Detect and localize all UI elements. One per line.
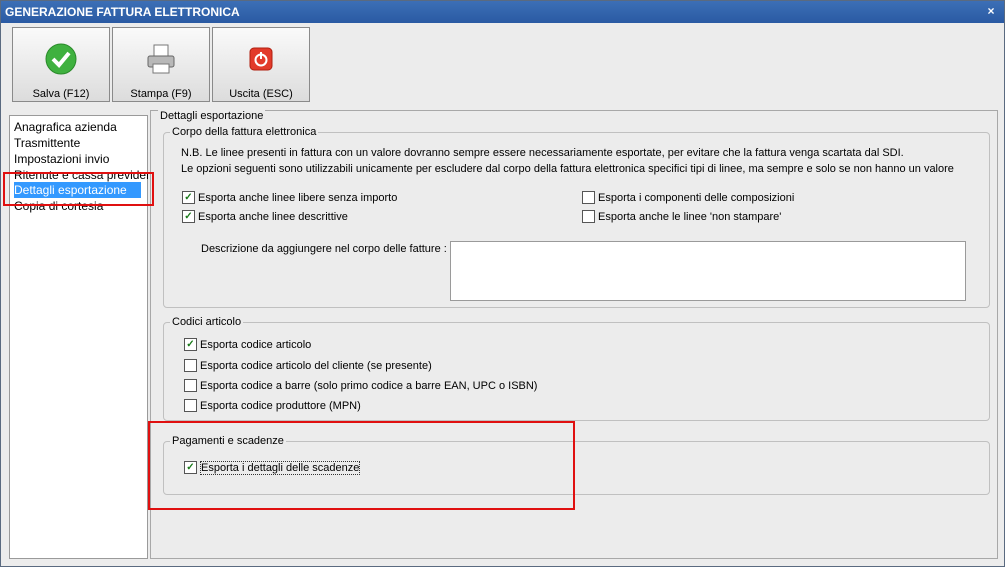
- checkbox-icon[interactable]: [184, 398, 197, 412]
- save-button[interactable]: Salva (F12): [12, 27, 110, 102]
- chk-linee-descrittive[interactable]: ✓ Esporta anche linee descrittive: [182, 209, 348, 224]
- exit-label: Uscita (ESC): [229, 88, 293, 100]
- highlight-nav: [3, 172, 154, 206]
- print-label: Stampa (F9): [130, 88, 192, 100]
- checkbox-checked-icon[interactable]: ✓: [184, 337, 197, 351]
- checkbox-icon[interactable]: [582, 190, 595, 204]
- group-corpo-title: Corpo della fattura elettronica: [170, 126, 319, 138]
- checkbox-icon[interactable]: [582, 209, 595, 223]
- print-button[interactable]: Stampa (F9): [112, 27, 210, 102]
- nav-item-impostazioni[interactable]: Impostazioni invio: [14, 151, 148, 167]
- desc-label: Descrizione da aggiungere nel corpo dell…: [201, 243, 447, 255]
- checkbox-checked-icon[interactable]: ✓: [182, 209, 195, 223]
- chk-componenti[interactable]: Esporta i componenti delle composizioni: [582, 190, 794, 205]
- description-textarea[interactable]: [450, 241, 966, 301]
- panel-title: Dettagli esportazione: [158, 110, 266, 122]
- close-icon[interactable]: ×: [984, 4, 998, 18]
- save-label: Salva (F12): [32, 88, 90, 100]
- chk-codice-produttore[interactable]: Esporta codice produttore (MPN): [184, 398, 361, 413]
- checkbox-icon[interactable]: [184, 378, 197, 392]
- window-title: GENERAZIONE FATTURA ELETTRONICA: [5, 5, 240, 19]
- checkbox-icon[interactable]: [184, 358, 197, 372]
- note-line-1: N.B. Le linee presenti in fattura con un…: [181, 147, 904, 159]
- chk-non-stampare[interactable]: Esporta anche le linee 'non stampare': [582, 209, 781, 224]
- printer-icon: [147, 44, 175, 74]
- checkbox-checked-icon[interactable]: ✓: [182, 190, 195, 204]
- title-bar: GENERAZIONE FATTURA ELETTRONICA ×: [1, 1, 1004, 23]
- power-icon: [249, 47, 273, 71]
- exit-button[interactable]: Uscita (ESC): [212, 27, 310, 102]
- group-codici-title: Codici articolo: [170, 316, 244, 328]
- nav-item-anagrafica[interactable]: Anagrafica azienda: [14, 119, 148, 135]
- chk-codice-cliente[interactable]: Esporta codice articolo del cliente (se …: [184, 358, 432, 373]
- highlight-pagamenti: [148, 421, 575, 510]
- checkmark-icon: [45, 43, 77, 75]
- chk-codice-articolo[interactable]: ✓ Esporta codice articolo: [184, 337, 311, 352]
- chk-codice-barre[interactable]: Esporta codice a barre (solo primo codic…: [184, 378, 537, 393]
- nav-item-trasmittente[interactable]: Trasmittente: [14, 135, 148, 151]
- note-line-2: Le opzioni seguenti sono utilizzabili un…: [181, 163, 954, 175]
- chk-linee-libere[interactable]: ✓ Esporta anche linee libere senza import…: [182, 190, 397, 205]
